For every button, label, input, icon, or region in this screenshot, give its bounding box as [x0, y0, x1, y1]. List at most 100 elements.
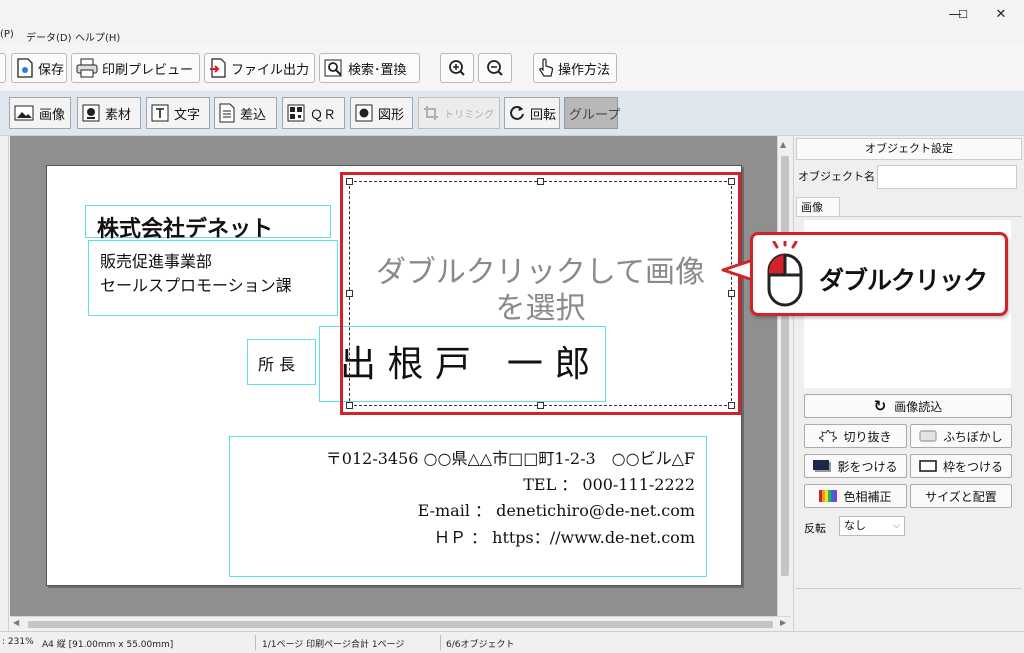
tab-image[interactable]: 画像	[796, 197, 840, 217]
material-icon	[82, 104, 100, 122]
zoom-in-icon	[449, 60, 465, 76]
crop-icon	[424, 106, 438, 120]
crop-button[interactable]: 切り抜き	[804, 424, 907, 448]
image-icon	[14, 105, 34, 121]
flip-label: 反転	[804, 522, 826, 535]
tool-rotate-button[interactable]: 回転	[504, 97, 560, 129]
qr-icon	[287, 104, 305, 122]
tool-rotate-label: 回転	[530, 107, 557, 123]
double-click-callout: ダブルクリック	[750, 232, 1008, 316]
resize-handle-se[interactable]	[728, 402, 735, 409]
search-icon	[324, 59, 342, 77]
resize-handle-s[interactable]	[537, 402, 544, 409]
shadow-button[interactable]: 影をつける	[804, 454, 907, 478]
tool-text-button[interactable]: 文字	[146, 97, 210, 129]
merge-icon	[219, 103, 235, 123]
tool-image-button[interactable]: 画像	[9, 97, 71, 129]
horizontal-scrollbar[interactable]: ◀ ▶	[10, 616, 791, 631]
image-placeholder-text: ダブルクリックして画像 を選択	[343, 255, 738, 327]
object-settings-panel: オブジェクト設定 オブジェクト名 画像 ↻ 画像読込 切り抜き ふちぼかし 影を…	[793, 136, 1024, 631]
tool-merge-label: 差込	[240, 107, 267, 123]
section-name: セールスプロモーション課	[100, 276, 292, 295]
address-text: 〒012-3456 ○○県△△市□□町1-2-3 ○○ビル△F	[325, 449, 695, 468]
menu-item-help[interactable]: ヘルプ(H)	[75, 29, 120, 44]
file-export-button[interactable]: ファイル出力	[204, 53, 315, 83]
business-card[interactable]: 株式会社デネット 販売促進事業部 セールスプロモーション課 所 長 出 根 戸 …	[46, 165, 742, 586]
left-panel-edge	[0, 136, 9, 631]
close-icon: ✕	[995, 6, 1007, 22]
status-pages: 1/1ページ 印刷ページ合計 1ページ	[262, 640, 405, 650]
main-toolbar: 保存 印刷プレビュー ファイル出力 検索･置換 操作方法	[0, 44, 1024, 92]
crop-label: 切り抜き	[843, 429, 892, 444]
color-correct-label: 色相補正	[843, 489, 892, 504]
tool-qr-label: ＱＲ	[310, 107, 337, 123]
tools-toolbar: 画像 素材 文字 差込 ＱＲ 図形 トリミング 回転 グループ	[0, 92, 1024, 136]
horizontal-scroll-thumb[interactable]	[28, 621, 773, 628]
object-name-label: オブジェクト名	[798, 170, 875, 183]
file-export-label: ファイル出力	[231, 62, 310, 78]
scroll-up-icon[interactable]: ▲	[780, 140, 786, 149]
scroll-right-icon[interactable]: ▶	[780, 618, 786, 627]
blur-edge-label: ふちぼかし	[943, 429, 1003, 444]
maximize-icon: ☐	[958, 7, 968, 21]
menu-item-data[interactable]: データ(D)	[26, 29, 72, 44]
flip-select[interactable]: なし ⌵	[839, 516, 905, 536]
status-paper: A4 縦 [91.00mm x 55.00mm]	[42, 640, 174, 650]
resize-handle-nw[interactable]	[346, 178, 353, 185]
menu-item-print[interactable]: (P)	[0, 29, 14, 40]
zoom-in-button[interactable]	[440, 53, 474, 83]
resize-handle-n[interactable]	[537, 178, 544, 185]
resize-handle-ne[interactable]	[728, 178, 735, 185]
status-objects: 6/6オブジェクト	[446, 640, 515, 650]
tool-group-label: グループ	[569, 107, 621, 123]
tool-trim-label: トリミング	[444, 109, 494, 121]
scroll-left-icon[interactable]: ◀	[13, 618, 19, 627]
load-image-button[interactable]: ↻ 画像読込	[804, 394, 1012, 418]
zoom-out-button[interactable]	[478, 53, 512, 83]
blur-edge-icon	[919, 430, 937, 442]
tool-material-label: 素材	[105, 107, 132, 123]
load-image-label: 画像読込	[894, 399, 943, 414]
crop-star-icon	[819, 430, 838, 442]
border-icon	[919, 460, 937, 472]
printer-icon	[76, 58, 98, 78]
tool-trim-button[interactable]: トリミング	[418, 97, 500, 129]
resize-handle-sw[interactable]	[346, 402, 353, 409]
tool-merge-button[interactable]: 差込	[214, 97, 277, 129]
tool-group-button[interactable]: グループ	[564, 97, 621, 129]
panel-divider	[796, 588, 1022, 589]
tool-material-button[interactable]: 素材	[77, 97, 141, 129]
panel-header: オブジェクト設定	[796, 138, 1022, 160]
image-placeholder-selection[interactable]: ダブルクリックして画像 を選択	[340, 172, 741, 415]
tool-shape-button[interactable]: 図形	[350, 97, 413, 129]
blur-edge-button[interactable]: ふちぼかし	[910, 424, 1012, 448]
search-replace-label: 検索･置換	[348, 62, 407, 78]
email-text: E-mail ： denetichiro@de-net.com	[417, 501, 695, 520]
status-zoom: : 231%	[2, 637, 34, 647]
size-position-button[interactable]: サイズと配置	[910, 484, 1012, 508]
flip-value: なし	[844, 519, 866, 532]
shadow-icon	[813, 460, 832, 472]
tool-shape-label: 図形	[378, 107, 405, 123]
vertical-scrollbar[interactable]: ▲	[777, 136, 791, 616]
shape-icon	[355, 104, 373, 122]
toolbar-partial-button[interactable]	[0, 53, 6, 83]
save-button[interactable]: 保存	[11, 53, 67, 83]
color-correct-button[interactable]: 色相補正	[804, 484, 907, 508]
close-button[interactable]: ✕	[978, 0, 1024, 28]
help-button[interactable]: 操作方法	[533, 53, 617, 83]
image-placeholder-line2: を選択	[495, 291, 586, 326]
department-name: 販売促進事業部	[100, 252, 213, 271]
border-button[interactable]: 枠をつける	[910, 454, 1012, 478]
tool-qr-button[interactable]: ＱＲ	[282, 97, 345, 129]
tool-image-label: 画像	[39, 107, 66, 123]
object-name-field[interactable]	[877, 165, 1017, 189]
vertical-scroll-thumb[interactable]	[781, 156, 789, 576]
border-label: 枠をつける	[942, 459, 1003, 474]
search-replace-button[interactable]: 検索･置換	[319, 53, 420, 83]
print-preview-label: 印刷プレビュー	[102, 62, 194, 78]
help-label: 操作方法	[558, 62, 611, 78]
print-preview-button[interactable]: 印刷プレビュー	[71, 53, 200, 83]
zoom-out-icon	[487, 60, 503, 76]
title-bar: — ☐ ✕	[0, 0, 1024, 28]
